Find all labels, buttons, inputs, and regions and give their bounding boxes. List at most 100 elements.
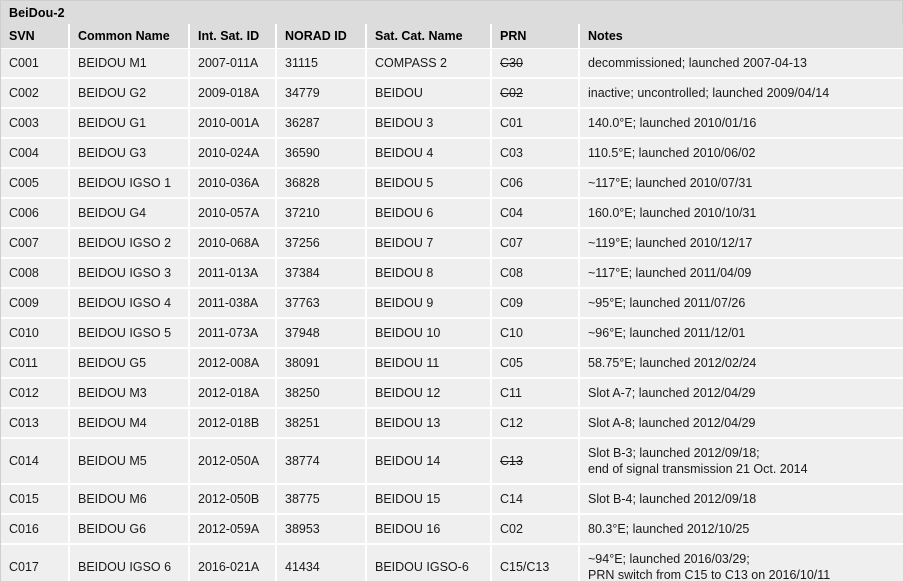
column-header-int-sat-id[interactable]: Int. Sat. ID (189, 24, 277, 49)
cell-notes: 58.75°E; launched 2012/02/24 (579, 348, 903, 379)
table-row[interactable]: C017 BEIDOU IGSO 6 2016-021A 41434 BEIDOU IG… (1, 544, 903, 581)
cell-sat-cat-name: BEIDOU 5 (366, 168, 492, 199)
table-row[interactable]: C005 BEIDOU IGSO 1 2010-036A 36828 BEIDOU 5C… (1, 168, 903, 199)
cell-norad-id: 36828 (276, 168, 367, 199)
cell-common-name: BEIDOU IGSO 5 (69, 318, 190, 349)
cell-int-sat-id: 2010-024A (189, 138, 277, 169)
cell-common-name: BEIDOU M5 (69, 438, 190, 485)
cell-int-sat-id: 2011-038A (189, 288, 277, 319)
note-line: end of signal transmission 21 Oct. 2014 (588, 462, 808, 476)
note-line: ~119°E; launched 2010/12/17 (588, 236, 753, 250)
cell-notes: Slot A-8; launched 2012/04/29 (579, 408, 903, 439)
cell-norad-id: 37384 (276, 258, 367, 289)
column-header-svn[interactable]: SVN (1, 24, 70, 49)
cell-notes: decommissioned; launched 2007-04-13 (579, 48, 903, 79)
cell-svn: C004 (1, 138, 70, 169)
note-line: inactive; uncontrolled; launched 2009/04… (588, 86, 830, 100)
cell-int-sat-id: 2009-018A (189, 78, 277, 109)
cell-notes: ~95°E; launched 2011/07/26 (579, 288, 903, 319)
cell-sat-cat-name: BEIDOU 15 (366, 484, 492, 515)
table-row[interactable]: C015 BEIDOU M6 2012-050B 38775 BEIDOU 15 C14 S… (1, 484, 903, 515)
cell-notes: Slot B-4; launched 2012/09/18 (579, 484, 903, 515)
cell-common-name: BEIDOU G4 (69, 198, 190, 229)
column-header-sat-cat-name[interactable]: Sat. Cat. Name (366, 24, 492, 49)
cell-prn: C03 (491, 138, 580, 169)
table-row[interactable]: C007 BEIDOU IGSO 2 2010-068A 37256 BEIDOU 7C… (1, 228, 903, 259)
table-row[interactable]: C014 BEIDOU M5 2012-050A 38774 BEIDOU 14 C13 S… (1, 438, 903, 485)
prn-struck-value: C13 (500, 454, 523, 468)
note-line: decommissioned; launched 2007-04-13 (588, 56, 807, 70)
cell-prn: C05 (491, 348, 580, 379)
note-line: 80.3°E; launched 2012/10/25 (588, 522, 750, 536)
cell-svn: C006 (1, 198, 70, 229)
cell-svn: C007 (1, 228, 70, 259)
note-line: ~117°E; launched 2011/04/09 (588, 266, 752, 280)
note-line: ~94°E; launched 2016/03/29; (588, 552, 750, 566)
satellite-table-wrapper: SVN Common Name Int. Sat. ID NORAD ID Sa… (0, 24, 903, 581)
table-row[interactable]: C009 BEIDOU IGSO 4 2011-038A 37763 BEIDOU 9C… (1, 288, 903, 319)
note-line: 160.0°E; launched 2010/10/31 (588, 206, 757, 220)
cell-sat-cat-name: BEIDOU 3 (366, 108, 492, 139)
cell-svn: C005 (1, 168, 70, 199)
cell-svn: C008 (1, 258, 70, 289)
cell-prn: C06 (491, 168, 580, 199)
table-row[interactable]: C012 BEIDOU M3 2012-018A 38250 BEIDOU 12 C11 S… (1, 378, 903, 409)
cell-svn: C012 (1, 378, 70, 409)
cell-common-name: BEIDOU IGSO 3 (69, 258, 190, 289)
cell-sat-cat-name: BEIDOU 13 (366, 408, 492, 439)
cell-notes: 110.5°E; launched 2010/06/02 (579, 138, 903, 169)
cell-prn: C07 (491, 228, 580, 259)
cell-common-name: BEIDOU M1 (69, 48, 190, 79)
table-row[interactable]: C001 BEIDOU M1 2007-011A 31115 COMPASS 2 C30 d… (1, 48, 903, 79)
cell-notes: Slot B-3; launched 2012/09/18; end of sig… (579, 438, 903, 485)
cell-common-name: BEIDOU IGSO 1 (69, 168, 190, 199)
table-row[interactable]: C013 BEIDOU M4 2012-018B 38251 BEIDOU 13 C12 S… (1, 408, 903, 439)
cell-norad-id: 38251 (276, 408, 367, 439)
cell-norad-id: 37948 (276, 318, 367, 349)
cell-norad-id: 31115 (276, 48, 367, 79)
cell-norad-id: 37256 (276, 228, 367, 259)
table-row[interactable]: C010 BEIDOU IGSO 5 2011-073A 37948 BEIDOU 10… (1, 318, 903, 349)
column-header-notes[interactable]: Notes (579, 24, 903, 49)
table-row[interactable]: C016 BEIDOU G6 2012-059A 38953 BEIDOU 16 C02 8… (1, 514, 903, 545)
table-header: SVN Common Name Int. Sat. ID NORAD ID Sa… (1, 24, 903, 49)
cell-int-sat-id: 2011-073A (189, 318, 277, 349)
cell-svn: C013 (1, 408, 70, 439)
cell-sat-cat-name: BEIDOU 12 (366, 378, 492, 409)
cell-sat-cat-name: BEIDOU 9 (366, 288, 492, 319)
cell-int-sat-id: 2007-011A (189, 48, 277, 79)
table-body: C001 BEIDOU M1 2007-011A 31115 COMPASS 2 C30 d… (1, 48, 903, 581)
column-header-norad-id[interactable]: NORAD ID (276, 24, 367, 49)
note-line: ~117°E; launched 2010/07/31 (588, 176, 753, 190)
cell-svn: C016 (1, 514, 70, 545)
cell-prn: C04 (491, 198, 580, 229)
cell-sat-cat-name: BEIDOU 11 (366, 348, 492, 379)
cell-int-sat-id: 2010-068A (189, 228, 277, 259)
cell-common-name: BEIDOU M3 (69, 378, 190, 409)
cell-sat-cat-name: BEIDOU 6 (366, 198, 492, 229)
cell-int-sat-id: 2012-050B (189, 484, 277, 515)
cell-norad-id: 36287 (276, 108, 367, 139)
note-line: ~96°E; launched 2011/12/01 (588, 326, 746, 340)
cell-notes: 80.3°E; launched 2012/10/25 (579, 514, 903, 545)
cell-notes: ~117°E; launched 2011/04/09 (579, 258, 903, 289)
note-line: Slot A-7; launched 2012/04/29 (588, 386, 756, 400)
table-row[interactable]: C011 BEIDOU G5 2012-008A 38091 BEIDOU 11 C05 5… (1, 348, 903, 379)
note-line: Slot B-3; launched 2012/09/18; (588, 446, 760, 460)
note-line: 140.0°E; launched 2010/01/16 (588, 116, 757, 130)
column-header-common-name[interactable]: Common Name (69, 24, 190, 49)
cell-norad-id: 38775 (276, 484, 367, 515)
table-row[interactable]: C008 BEIDOU IGSO 3 2011-013A 37384 BEIDOU 8C… (1, 258, 903, 289)
cell-notes: ~119°E; launched 2010/12/17 (579, 228, 903, 259)
table-row[interactable]: C006 BEIDOU G4 2010-057A 37210 BEIDOU 6 C04 16… (1, 198, 903, 229)
cell-svn: C002 (1, 78, 70, 109)
cell-notes: Slot A-7; launched 2012/04/29 (579, 378, 903, 409)
cell-prn: C14 (491, 484, 580, 515)
cell-svn: C003 (1, 108, 70, 139)
table-row[interactable]: C003 BEIDOU G1 2010-001A 36287 BEIDOU 3 C01 14… (1, 108, 903, 139)
cell-sat-cat-name: BEIDOU (366, 78, 492, 109)
column-header-prn[interactable]: PRN (491, 24, 580, 49)
table-row[interactable]: C002 BEIDOU G2 2009-018A 34779 BEIDOU C02 inac… (1, 78, 903, 109)
cell-prn: C02 (491, 78, 580, 109)
table-row[interactable]: C004 BEIDOU G3 2010-024A 36590 BEIDOU 4 C03 11… (1, 138, 903, 169)
